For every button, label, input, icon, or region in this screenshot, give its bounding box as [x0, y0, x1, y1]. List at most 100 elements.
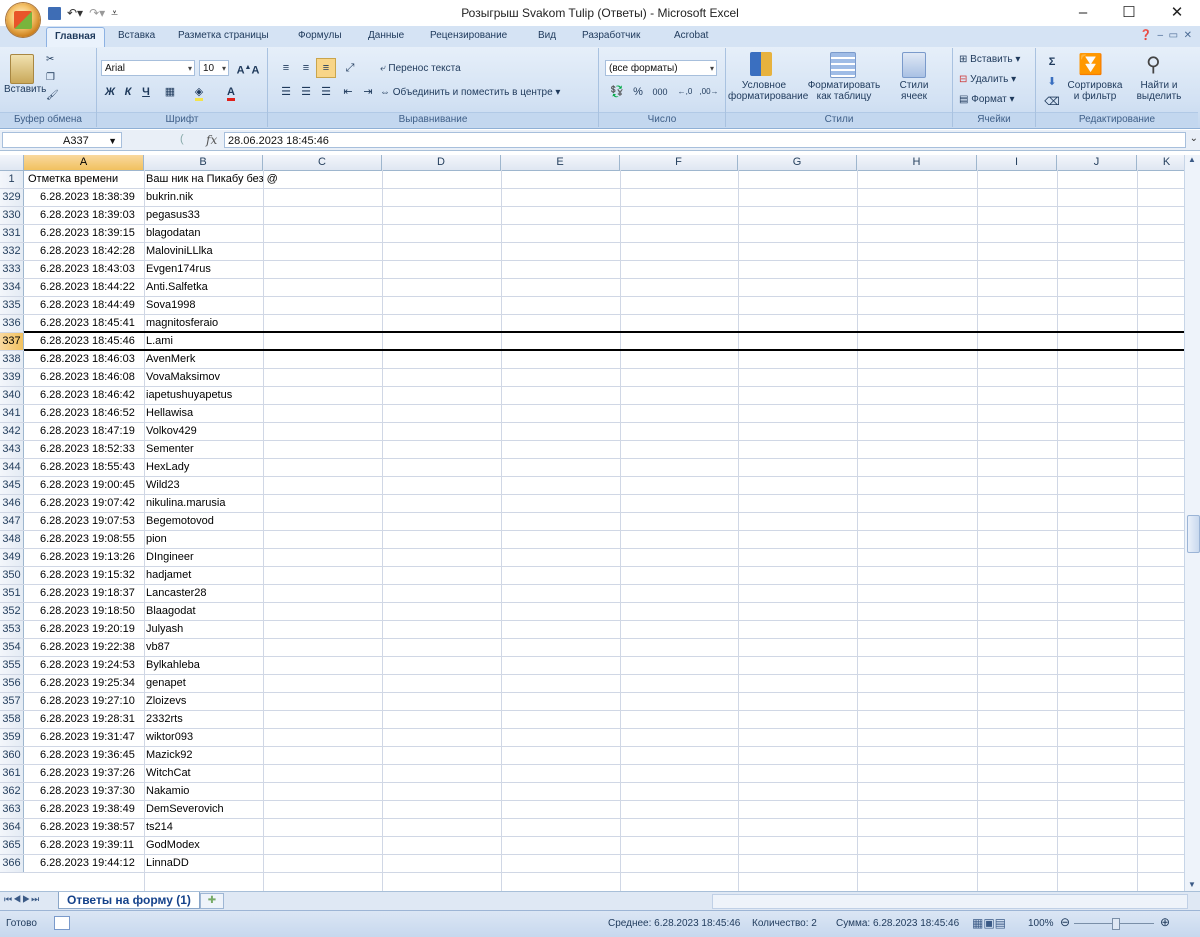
column-header-b[interactable]: B [144, 155, 263, 170]
column-header-e[interactable]: E [501, 155, 620, 170]
italic-button[interactable]: К [119, 82, 137, 102]
align-left-icon[interactable]: ☰ [276, 82, 296, 102]
tab-page-layout[interactable]: Разметка страницы [178, 30, 269, 41]
row-header[interactable]: 345 [0, 477, 24, 494]
cell-b[interactable]: Mazick92 [146, 747, 346, 764]
column-header-c[interactable]: C [263, 155, 382, 170]
cell-styles-button[interactable]: Стили ячеек [886, 80, 942, 102]
cell-b[interactable]: iapetushuyapetus [146, 387, 346, 404]
align-middle-icon[interactable]: ≡ [296, 58, 316, 78]
row-header[interactable]: 331 [0, 225, 24, 242]
row-header[interactable]: 332 [0, 243, 24, 260]
row-header[interactable]: 350 [0, 567, 24, 584]
cell-b[interactable]: genapet [146, 675, 346, 692]
row-header[interactable]: 355 [0, 657, 24, 674]
row-header[interactable]: 360 [0, 747, 24, 764]
cell-b[interactable]: bukrin.nik [146, 189, 346, 206]
row-header[interactable]: 352 [0, 603, 24, 620]
cell-b[interactable]: HexLady [146, 459, 346, 476]
cell-b[interactable]: L.ami [146, 333, 346, 350]
cell-b[interactable]: Zloizevs [146, 693, 346, 710]
row-header[interactable]: 348 [0, 531, 24, 548]
cell-a[interactable]: 6.28.2023 18:42:28 [40, 243, 144, 260]
conditional-format-icon[interactable] [750, 52, 772, 76]
cell-b[interactable]: WitchCat [146, 765, 346, 782]
row-header[interactable]: 351 [0, 585, 24, 602]
clear-icon[interactable]: ⌫ [1042, 92, 1062, 112]
wrap-text-button[interactable]: ⤶ Перенос текста [380, 63, 461, 74]
cell-a[interactable]: 6.28.2023 18:45:46 [40, 333, 144, 350]
cell-a[interactable]: 6.28.2023 19:38:49 [40, 801, 144, 818]
cell-a[interactable]: 6.28.2023 18:45:41 [40, 315, 144, 332]
cell-b[interactable]: wiktor093 [146, 729, 346, 746]
cell-b[interactable]: DIngineer [146, 549, 346, 566]
row-header[interactable]: 354 [0, 639, 24, 656]
underline-button[interactable]: Ч [137, 82, 155, 102]
cell-a[interactable]: 6.28.2023 18:44:49 [40, 297, 144, 314]
cell-b[interactable]: Evgen174rus [146, 261, 346, 278]
cell-b[interactable]: ts214 [146, 819, 346, 836]
cell-a[interactable]: 6.28.2023 19:39:11 [40, 837, 144, 854]
cell-a[interactable]: 6.28.2023 19:18:50 [40, 603, 144, 620]
insert-function-icon[interactable]: fx [206, 133, 217, 147]
row-header[interactable]: 1 [0, 171, 24, 188]
tab-developer[interactable]: Разработчик [582, 30, 640, 41]
cell-b[interactable]: pion [146, 531, 346, 548]
cell-a[interactable]: 6.28.2023 18:44:22 [40, 279, 144, 296]
tab-view[interactable]: Вид [538, 30, 556, 41]
find-select-button[interactable]: Найти и выделить [1132, 80, 1186, 102]
cell-a[interactable]: 6.28.2023 19:31:47 [40, 729, 144, 746]
increase-indent-icon[interactable]: ⇥ [358, 82, 378, 102]
column-header-f[interactable]: F [620, 155, 738, 170]
orientation-icon[interactable]: ⤢ [338, 58, 362, 78]
cell-a[interactable]: 6.28.2023 18:46:42 [40, 387, 144, 404]
row-header[interactable]: 347 [0, 513, 24, 530]
cell-a[interactable]: 6.28.2023 18:52:33 [40, 441, 144, 458]
cell-b[interactable]: Wild23 [146, 477, 346, 494]
row-header[interactable]: 343 [0, 441, 24, 458]
cell-a[interactable]: 6.28.2023 18:46:08 [40, 369, 144, 386]
row-header[interactable]: 341 [0, 405, 24, 422]
cell-b[interactable]: Sova1998 [146, 297, 346, 314]
row-header[interactable]: 336 [0, 315, 24, 332]
column-header-i[interactable]: I [977, 155, 1057, 170]
format-as-table-button[interactable]: Форматировать как таблицу [806, 80, 882, 102]
row-header[interactable]: 361 [0, 765, 24, 782]
formula-input[interactable]: 28.06.2023 18:45:46 [224, 132, 1186, 148]
cell-styles-icon[interactable] [902, 52, 926, 78]
cell-b[interactable]: Volkov429 [146, 423, 346, 440]
cell-a[interactable]: 6.28.2023 19:07:53 [40, 513, 144, 530]
row-header[interactable]: 362 [0, 783, 24, 800]
tab-data[interactable]: Данные [368, 30, 404, 41]
select-all-corner[interactable] [0, 155, 24, 170]
insert-cells-button[interactable]: ⊞ Вставить ▾ [959, 54, 1020, 65]
row-header[interactable]: 334 [0, 279, 24, 296]
row-header[interactable]: 335 [0, 297, 24, 314]
expand-formula-icon[interactable]: ⌄ [1190, 133, 1198, 144]
insert-sheet-icon[interactable]: ✚ [200, 893, 224, 909]
cell-b[interactable]: nikulina.marusia [146, 495, 346, 512]
tab-insert[interactable]: Вставка [118, 30, 155, 41]
cell-b[interactable]: Begemotovod [146, 513, 346, 530]
increase-decimal-icon[interactable]: ←,0 [673, 82, 697, 102]
ribbon-window-controls[interactable]: ❓ – ▭ ✕ [1139, 30, 1192, 41]
column-header-h[interactable]: H [857, 155, 977, 170]
fill-color-icon[interactable]: ◈ [185, 82, 213, 102]
format-cells-button[interactable]: ▤ Формат ▾ [959, 94, 1015, 105]
macro-record-icon[interactable] [54, 916, 70, 930]
cell-b[interactable]: hadjamet [146, 567, 346, 584]
help-icon[interactable]: ❓ [1139, 30, 1151, 41]
vertical-scroll-thumb[interactable] [1187, 515, 1200, 553]
paste-icon[interactable] [10, 54, 34, 84]
cell-a[interactable]: 6.28.2023 18:39:15 [40, 225, 144, 242]
cell-b[interactable]: Anti.Salfetka [146, 279, 346, 296]
column-header-g[interactable]: G [738, 155, 857, 170]
cell-b[interactable]: Sementer [146, 441, 346, 458]
zoom-slider-thumb[interactable] [1112, 918, 1120, 930]
cell-a[interactable]: 6.28.2023 19:37:30 [40, 783, 144, 800]
sheet-nav-arrows-icon[interactable]: ⏮◀▶⏭ [4, 894, 40, 905]
tab-review[interactable]: Рецензирование [430, 30, 507, 41]
row-header[interactable]: 333 [0, 261, 24, 278]
conditional-format-button[interactable]: Условное форматирование [728, 80, 808, 102]
cell-a[interactable]: Отметка времени [28, 171, 144, 188]
